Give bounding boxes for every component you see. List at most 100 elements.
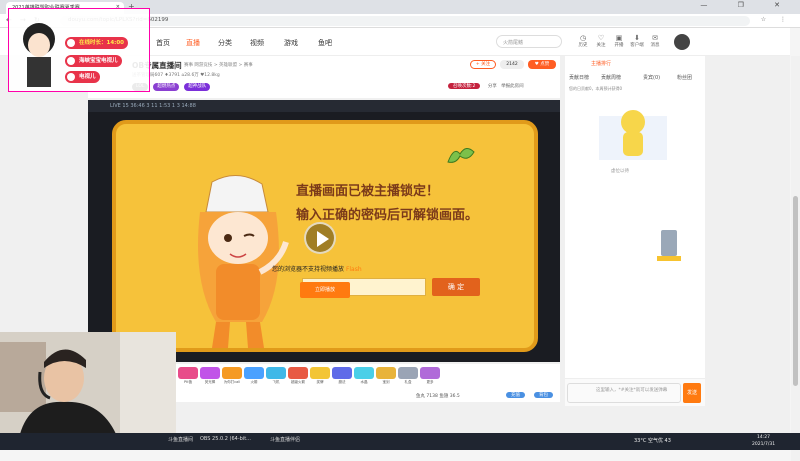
gift-item[interactable]: 更多: [420, 367, 440, 385]
history-label: 历史: [578, 43, 588, 48]
gift-label: 荧光棒: [204, 380, 216, 384]
summon-chip[interactable]: 召唤次数:2: [448, 83, 481, 89]
balance-text: 鱼丸 7138 鱼翅 36.5: [416, 394, 460, 399]
gift-icon: [376, 367, 396, 379]
tab-anchor-rank[interactable]: 主播排行: [591, 60, 611, 67]
gift-item[interactable]: 为你打call: [222, 367, 242, 385]
confirm-button[interactable]: 确 定: [432, 278, 480, 296]
gift-item[interactable]: PK值: [178, 367, 198, 385]
broadcast-label: 开播: [614, 43, 624, 48]
gift-label: 礼盒: [404, 380, 412, 384]
online-time-tag: 在线时长：14:00: [65, 37, 129, 49]
share-button[interactable]: 分享: [488, 84, 497, 89]
send-button[interactable]: 发送: [683, 383, 701, 403]
broadcast-icon[interactable]: ▣ 开播: [610, 34, 628, 48]
recharge-button[interactable]: 充值: [506, 392, 525, 398]
gift-item[interactable]: 水晶: [354, 367, 374, 385]
nav-yuba[interactable]: 鱼吧: [318, 38, 332, 48]
overlay-tag-2: 海峡宝宝电视儿: [65, 55, 122, 67]
nav-category[interactable]: 分类: [218, 38, 232, 48]
overlay-tag-3: 电视儿: [65, 71, 100, 83]
room-header: OB专属直播间 赛事 网游竞技 > 英雄联盟 > 赛事 送茶管理局607 ♦37…: [88, 56, 560, 98]
client-label: 客户端: [630, 43, 644, 48]
like-button[interactable]: ♥ 点赞: [528, 60, 556, 69]
nav-live[interactable]: 直播: [186, 38, 200, 48]
right-sidebar: 主播排行 贡献日榜 贡献周榜 贵宾(0) 粉丝团 您的日贡献0，本周预计获得0 …: [565, 56, 705, 406]
video-player[interactable]: LIVE 15 36:46 3 11 1:53 1 3 14:88 直播画面已被…: [88, 100, 560, 362]
taskbar-item-3[interactable]: 斗鱼直播伴侣: [270, 436, 300, 443]
lock-message-line1: 直播画面已被主播锁定！: [296, 184, 440, 199]
clock-date: 2021/7/31: [752, 442, 776, 447]
backpack-button[interactable]: 背包: [534, 392, 553, 398]
weather-widget[interactable]: 33°C 空气优 43: [634, 437, 671, 444]
lock-message-line2: 输入正确的密码后可解锁画面。: [296, 208, 479, 223]
user-icons: ◷ 历史 ♡ 关注 ▣ 开播 ⬇ 客户端 ✉ 消息: [574, 34, 664, 52]
gift-item[interactable]: 魔法: [332, 367, 352, 385]
message-label: 消息: [650, 43, 660, 48]
follow-icon[interactable]: ♡ 关注: [592, 34, 610, 48]
gift-item[interactable]: 火箭: [244, 367, 264, 385]
nav-home[interactable]: 首页: [156, 38, 170, 48]
gift-icon: [178, 367, 198, 379]
client-icon[interactable]: ⬇ 客户端: [628, 34, 646, 48]
browser-menu-icons[interactable]: ☆ ⋮: [761, 16, 792, 23]
play-now-button[interactable]: 立即播放: [300, 282, 350, 298]
gift-item[interactable]: 礼盒: [398, 367, 418, 385]
gift-label: PK值: [184, 380, 192, 384]
tab-vip[interactable]: 贵宾(0): [643, 74, 660, 81]
url-field[interactable]: douyu.com/topic/LPLXS?rid=602199: [60, 16, 750, 26]
window-controls[interactable]: — ❐ ✕: [700, 1, 794, 9]
gift-icon: [420, 367, 440, 379]
webcam-image: [0, 332, 176, 434]
warning-highlight: Flash: [345, 266, 362, 273]
warning-text: 您的浏览器不支持视频播放: [272, 266, 345, 273]
room-category[interactable]: 赛事 网游竞技 > 英雄联盟 > 赛事: [184, 62, 253, 68]
search-input[interactable]: 火箭尾鳍: [496, 35, 562, 48]
gift-label: 魔法: [338, 380, 346, 384]
page-scrollbar[interactable]: [791, 56, 800, 461]
gift-icon: [244, 367, 264, 379]
clock[interactable]: 14:27 2021/7/31: [752, 434, 775, 448]
gift-label: 奖牌: [316, 380, 324, 384]
gift-label: 超级火箭: [291, 380, 305, 384]
chat-input[interactable]: 这里输入，*#关注*就可以发送弹幕: [567, 383, 681, 403]
streamer-cartoon: [23, 23, 55, 87]
sidebar-tabs: 主播排行 贡献日榜 贡献周榜 贵宾(0) 粉丝团: [565, 58, 705, 82]
gift-icon: [332, 367, 352, 379]
gift-item[interactable]: 荧光棒: [200, 367, 220, 385]
mascot-illustration: [198, 175, 289, 348]
badge-team[interactable]: 超神战队: [184, 83, 211, 91]
gift-icon: [288, 367, 308, 379]
game-scorebar: LIVE 15 36:46 3 11 1:53 1 3 14:88: [88, 100, 560, 112]
gift-item[interactable]: 奖牌: [310, 367, 330, 385]
gift-item[interactable]: 超级火箭: [288, 367, 308, 385]
gift-label: 火箭: [250, 380, 258, 384]
badge-hot[interactable]: 超燃热点: [153, 83, 180, 91]
play-icon[interactable]: [304, 222, 336, 254]
scrollbar-thumb[interactable]: [793, 196, 798, 386]
report-button[interactable]: 举报此房间: [501, 84, 524, 89]
gift-item[interactable]: 宝剑: [376, 367, 396, 385]
gift-icon: [354, 367, 374, 379]
gift-icon: [222, 367, 242, 379]
nav-video[interactable]: 视频: [250, 38, 264, 48]
empty-rank-illustration: [599, 110, 667, 160]
history-icon[interactable]: ◷ 历史: [574, 34, 592, 48]
follow-button[interactable]: + 关注: [470, 60, 496, 69]
tab-fans[interactable]: 粉丝团: [677, 74, 692, 81]
tab-weekly[interactable]: 贡献周榜: [601, 74, 621, 81]
gift-item[interactable]: 飞机: [266, 367, 286, 385]
browser-warning: 您的浏览器不支持视频播放 Flash: [272, 264, 362, 273]
taskbar-item-1[interactable]: 斗鱼直播间: [168, 436, 193, 443]
gift-label: 水晶: [360, 380, 368, 384]
tab-daily[interactable]: 贡献日榜: [569, 74, 589, 81]
taskbar-item-obs[interactable]: OBS 25.0.2 (64-bit...: [200, 436, 251, 442]
nav-game[interactable]: 游戏: [284, 38, 298, 48]
user-avatar[interactable]: [674, 34, 690, 50]
contribution-note: 您的日贡献0，本周预计获得0: [569, 86, 623, 91]
gift-icon: [398, 367, 418, 379]
message-icon[interactable]: ✉ 消息: [646, 34, 664, 48]
follow-label: 关注: [596, 43, 606, 48]
phone-ad-icon[interactable]: [655, 228, 683, 262]
stream-overlay: 在线时长：14:00 海峡宝宝电视儿 电视儿: [8, 8, 150, 92]
